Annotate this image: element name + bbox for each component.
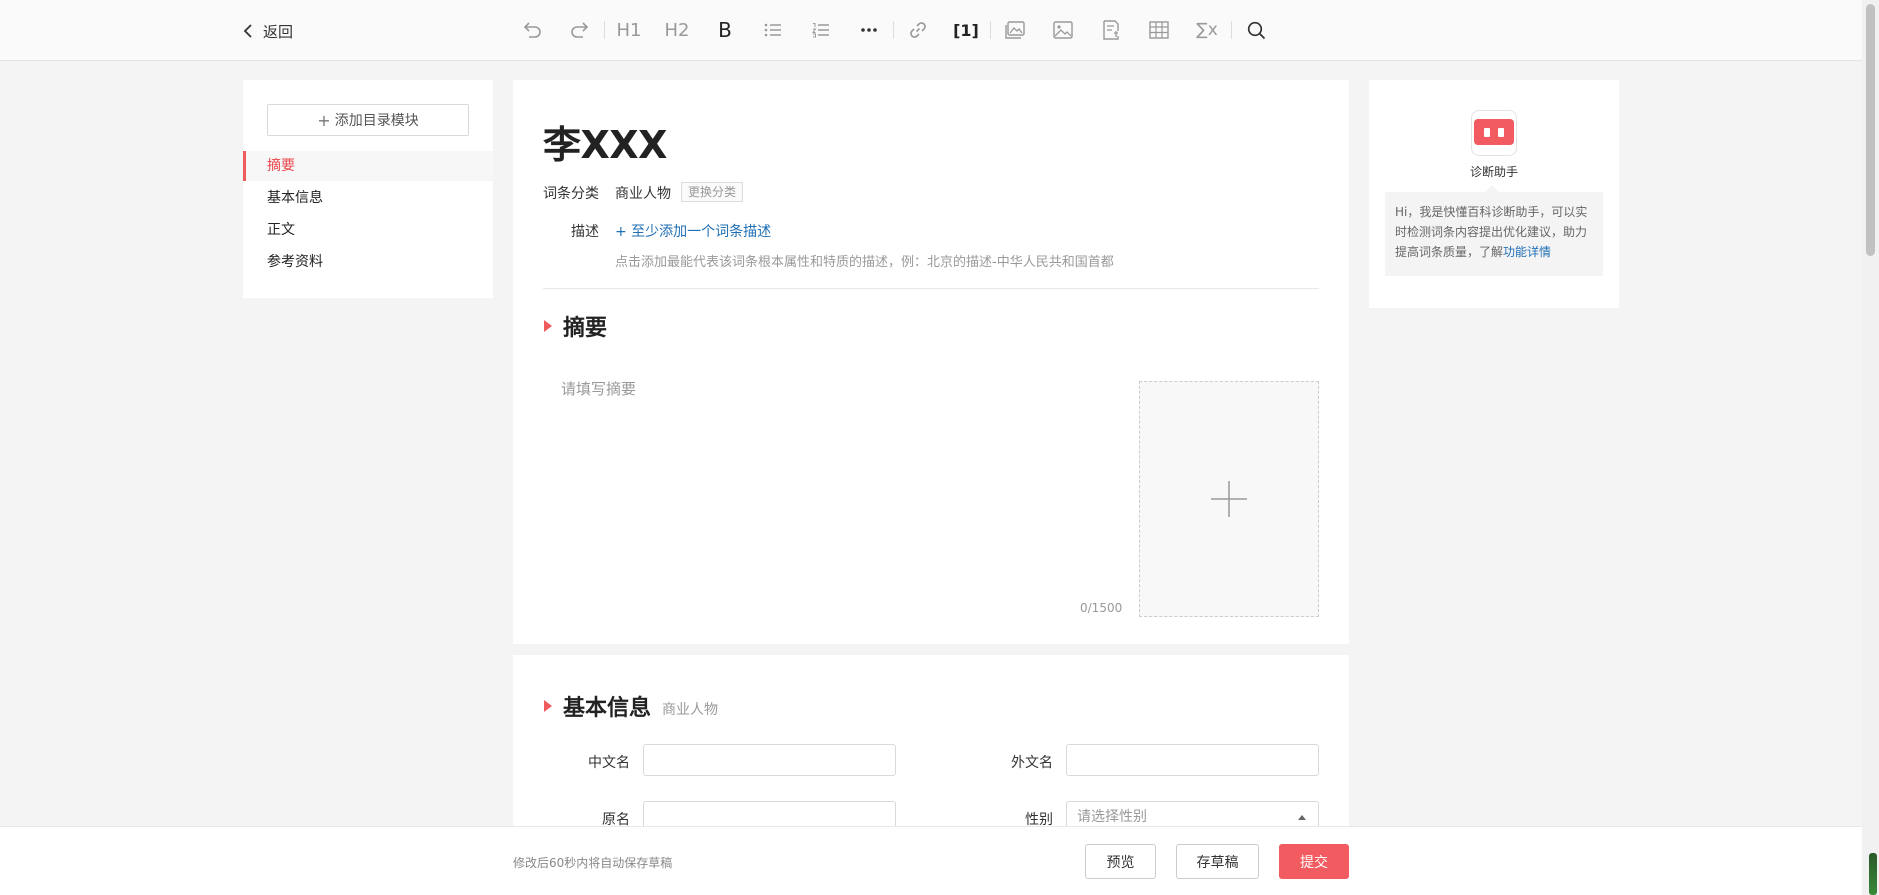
outline-item-summary[interactable]: 摘要 [243, 151, 493, 181]
image-gallery-icon[interactable] [991, 13, 1039, 47]
outline-panel: + 添加目录模块 摘要 基本信息 正文 参考资料 [243, 80, 493, 298]
chinese-name-label: 中文名 [588, 755, 630, 771]
assistant-message-text: Hi，我是快懂百科诊断助手，可以实时检测词条内容提出优化建议，助力提高词条质量，… [1395, 205, 1588, 259]
footer-action-bar: 修改后60秒内将自动保存草稿 预览 存草稿 提交 [0, 826, 1862, 895]
add-module-button[interactable]: + 添加目录模块 [267, 104, 469, 136]
summary-input[interactable] [561, 378, 1121, 578]
outline-item-basic-info[interactable]: 基本信息 [243, 183, 493, 213]
section-marker-icon [544, 700, 552, 712]
entry-title[interactable]: 李XXX [543, 114, 667, 169]
back-label: 返回 [263, 22, 294, 41]
assistant-name: 诊断助手 [1469, 165, 1518, 179]
more-icon[interactable] [845, 13, 893, 47]
gender-select-placeholder: 请选择性别 [1077, 809, 1147, 825]
assistant-message: Hi，我是快懂百科诊断助手，可以实时检测词条内容提出优化建议，助力提高词条质量，… [1385, 185, 1603, 276]
numbered-list-icon[interactable] [797, 13, 845, 47]
redo-icon[interactable] [556, 13, 604, 47]
autosave-notice: 修改后60秒内将自动保存草稿 [513, 856, 673, 870]
add-module-label: 添加目录模块 [334, 113, 419, 129]
summary-char-counter: 0/1500 [1080, 601, 1123, 615]
chevron-left-icon [243, 24, 252, 38]
section-marker-icon [544, 320, 552, 332]
diagnosis-assistant-panel: 诊断助手 Hi，我是快懂百科诊断助手，可以实时检测词条内容提出优化建议，助力提高… [1369, 80, 1619, 308]
category-label: 词条分类 [543, 186, 599, 202]
preview-button[interactable]: 预览 [1085, 844, 1156, 879]
table-icon[interactable] [1135, 13, 1183, 47]
heading1-icon[interactable]: H1 [605, 13, 653, 47]
foreign-name-input[interactable] [1066, 744, 1319, 776]
corner-indicator [1869, 853, 1877, 895]
foreign-name-label: 外文名 [1011, 755, 1053, 771]
template-icon[interactable] [1087, 13, 1135, 47]
plus-icon: + [317, 110, 331, 130]
robot-face-icon [1474, 119, 1514, 145]
add-description-link[interactable]: + 至少添加一个词条描述 [615, 221, 771, 241]
section-divider [543, 288, 1319, 289]
heading2-icon[interactable]: H2 [653, 13, 701, 47]
editor-toolbar: 返回 H1 H2 B [1] ∑x [0, 0, 1862, 61]
category-value: 商业人物 [615, 186, 671, 202]
summary-section-title: 摘要 [563, 316, 608, 341]
plus-icon [1211, 481, 1247, 517]
format-tools: H1 H2 B [1] ∑x [508, 13, 1280, 47]
bullet-list-icon[interactable] [749, 13, 797, 47]
search-icon[interactable] [1232, 13, 1280, 47]
back-button[interactable]: 返回 [243, 18, 293, 44]
assistant-avatar[interactable] [1471, 110, 1517, 156]
link-icon[interactable] [894, 13, 942, 47]
change-category-button[interactable]: 更换分类 [681, 182, 744, 202]
save-draft-button[interactable]: 存草稿 [1176, 844, 1259, 879]
chinese-name-input[interactable] [643, 744, 896, 776]
entry-editor-card: 李XXX 词条分类 商业人物 更换分类 描述 + 至少添加一个词条描述 点击添加… [513, 80, 1349, 644]
bold-icon[interactable]: B [701, 13, 749, 47]
formula-icon[interactable]: ∑x [1183, 13, 1231, 47]
outline-item-references[interactable]: 参考资料 [243, 247, 493, 277]
submit-button[interactable]: 提交 [1279, 844, 1349, 879]
description-label: 描述 [571, 224, 599, 240]
image-icon[interactable] [1039, 13, 1087, 47]
summary-image-upload[interactable] [1139, 381, 1319, 617]
basic-info-category: 商业人物 [662, 702, 718, 718]
description-hint: 点击添加最能代表该词条根本属性和特质的描述，例：北京的描述-中华人民共和国首都 [615, 255, 1114, 270]
reference-icon[interactable]: [1] [942, 13, 990, 47]
scrollbar-thumb[interactable] [1866, 4, 1875, 256]
outline-item-body[interactable]: 正文 [243, 215, 493, 245]
undo-icon[interactable] [508, 13, 556, 47]
feature-details-link[interactable]: 功能详情 [1503, 245, 1551, 259]
caret-up-icon [1298, 815, 1306, 820]
basic-info-section-title: 基本信息 [563, 696, 652, 721]
